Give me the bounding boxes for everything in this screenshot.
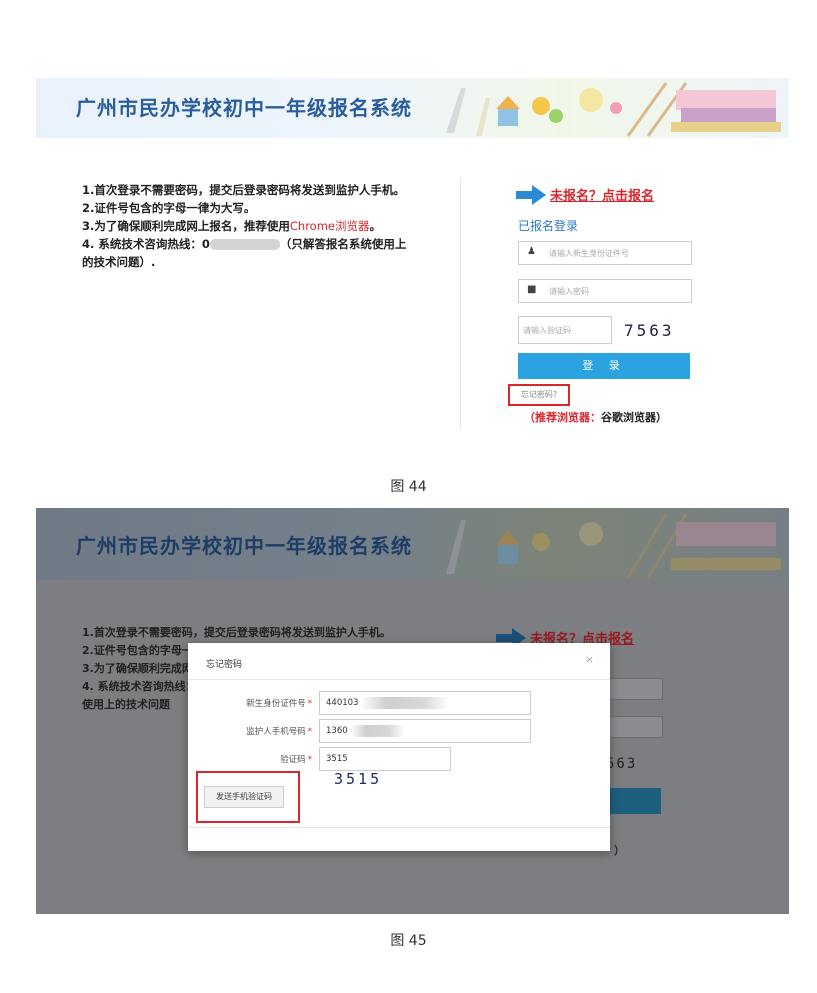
forgot-password-dialog: 忘记密码 × 新生身份证件号 * 440103 监护人手机号码 * 1360 验证码… <box>188 643 610 851</box>
instruction-3: 3.为了确保顺利完成网上报名，推荐使用Chrome浏览器。 <box>82 219 381 233</box>
register-link[interactable]: 未报名？点击报名 <box>516 183 726 207</box>
recommended-browser-dimmed: ） <box>614 844 625 857</box>
system-title-dimmed: 广州市民办学校初中一年级报名系统 <box>76 534 412 558</box>
password-input[interactable]: ■ 请输入密码 <box>518 279 692 303</box>
figure-44-screenshot: 广州市民办学校初中一年级报名系统 1.首次登录不需要密码，提交后登录密码将发送到… <box>36 78 789 448</box>
banner-illustration-dimmed <box>446 513 781 579</box>
captcha-row: 验证码 * 3515 <box>188 747 610 771</box>
close-icon[interactable]: × <box>585 653 594 666</box>
captcha-image-dimmed: 563 <box>606 756 638 772</box>
redacted-id <box>360 697 450 709</box>
phone-label: 监护人手机号码 * <box>246 727 312 737</box>
login-subtitle: 已报名登录 <box>518 219 579 233</box>
password-input-dimmed <box>606 716 663 738</box>
caption-figure-45: 图 45 <box>390 933 427 949</box>
id-number-field[interactable]: 440103 <box>319 691 531 715</box>
login-button[interactable]: 登 录 <box>518 353 690 379</box>
captcha-field[interactable]: 3515 <box>319 747 451 771</box>
redacted-phone <box>209 239 280 250</box>
instruction-1-dimmed: 1.首次登录不需要密码，提交后登录密码将发送到监护人手机。 <box>82 626 391 639</box>
dialog-footer-divider <box>188 827 610 828</box>
instructions: 1.首次登录不需要密码，提交后登录密码将发送到监护人手机。 2.证件号包含的字母… <box>82 181 412 271</box>
captcha-input[interactable]: 请输入验证码 <box>518 316 612 344</box>
phone-field[interactable]: 1360 <box>319 719 531 743</box>
id-number-input[interactable]: ♟ 请输入新生身份证件号 <box>518 241 692 265</box>
user-icon: ♟ <box>527 246 536 257</box>
id-number-row: 新生身份证件号 * 440103 <box>188 691 610 715</box>
id-number-input-dimmed <box>606 678 663 700</box>
instruction-4: 4. 系统技术咨询热线：0 （只解答报名系统使用上的技术问题）. <box>82 237 407 269</box>
header-banner-dimmed: 广州市民办学校初中一年级报名系统 <box>36 508 789 580</box>
phone-row: 监护人手机号码 * 1360 <box>188 719 610 743</box>
divider <box>460 178 461 428</box>
forgot-password-link[interactable]: 忘记密码? <box>508 384 570 406</box>
captcha-image[interactable]: 3515 <box>334 770 382 788</box>
header-banner: 广州市民办学校初中一年级报名系统 <box>36 78 789 138</box>
instruction-1: 1.首次登录不需要密码，提交后登录密码将发送到监护人手机。 <box>82 183 405 197</box>
system-title: 广州市民办学校初中一年级报名系统 <box>76 96 412 120</box>
dialog-header: 忘记密码 × <box>188 643 610 680</box>
figure-45-screenshot: 广州市民办学校初中一年级报名系统 1.首次登录不需要密码，提交后登录密码将发送到… <box>36 508 789 914</box>
captcha-image[interactable]: 7563 <box>624 321 675 340</box>
redacted-phone <box>350 725 405 737</box>
lock-icon: ■ <box>527 284 537 295</box>
arrow-right-icon <box>516 185 546 205</box>
recommended-browser: （推荐浏览器：谷歌浏览器） <box>524 411 667 424</box>
banner-illustration <box>446 82 781 137</box>
chrome-link[interactable]: Chrome浏览器 <box>290 219 370 233</box>
id-number-label: 新生身份证件号 * <box>246 699 312 709</box>
captcha-label: 验证码 * <box>280 755 312 765</box>
caption-figure-44: 图 44 <box>390 479 427 495</box>
send-sms-code-button[interactable]: 发送手机验证码 <box>204 786 284 808</box>
instruction-2: 2.证件号包含的字母一律为大写。 <box>82 201 256 215</box>
dialog-title: 忘记密码 <box>206 660 243 670</box>
